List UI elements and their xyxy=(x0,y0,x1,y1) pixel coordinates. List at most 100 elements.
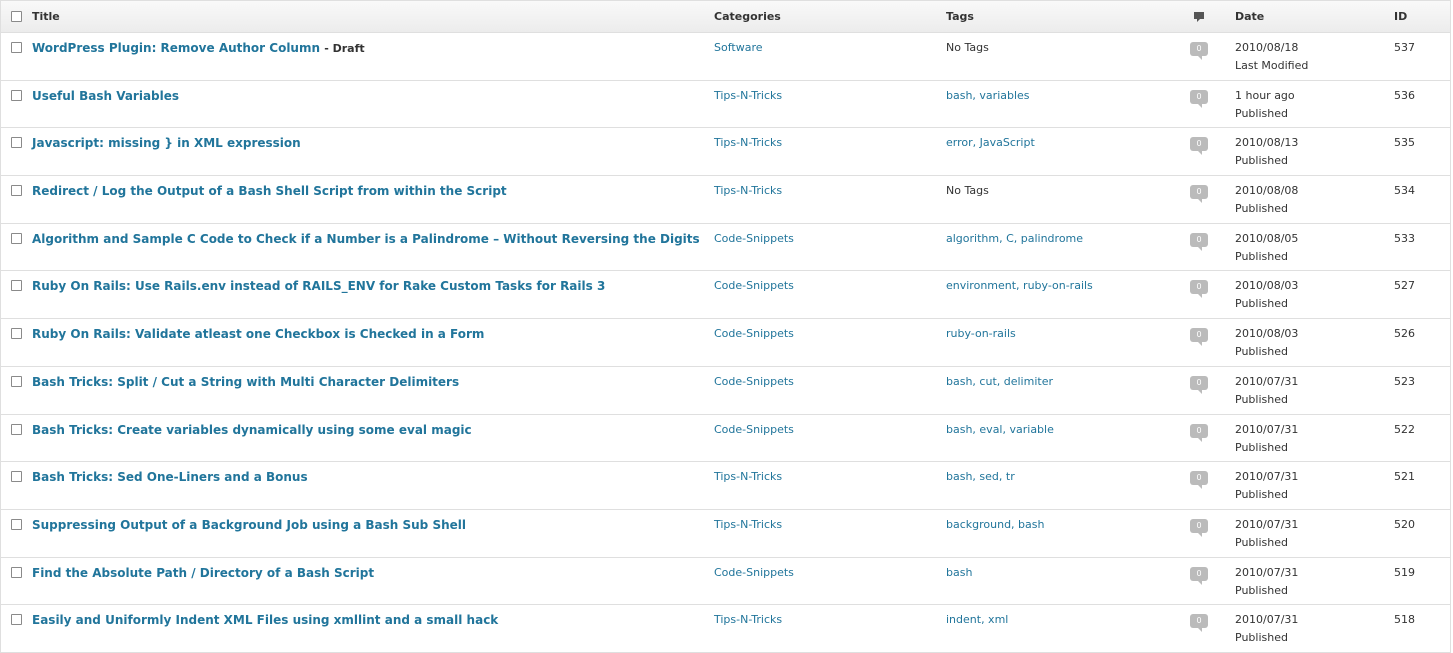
post-category-link[interactable]: Tips-N-Tricks xyxy=(714,136,782,149)
post-tags[interactable]: indent, xml xyxy=(946,613,1008,626)
post-category-link[interactable]: Tips-N-Tricks xyxy=(714,89,782,102)
post-category-link[interactable]: Tips-N-Tricks xyxy=(714,518,782,531)
post-date: 2010/08/08 Published xyxy=(1235,182,1298,218)
comment-count-bubble[interactable]: 0 xyxy=(1190,89,1208,108)
post-status: Published xyxy=(1235,631,1288,645)
post-id: 536 xyxy=(1394,88,1415,102)
post-id: 527 xyxy=(1394,279,1415,293)
post-title-link[interactable]: WordPress Plugin: Remove Author Column -… xyxy=(32,41,365,55)
row-checkbox[interactable] xyxy=(11,518,22,530)
post-title-link[interactable]: Algorithm and Sample C Code to Check if … xyxy=(32,232,700,246)
comment-count-bubble[interactable]: 0 xyxy=(1190,42,1208,60)
post-tags[interactable]: No Tags xyxy=(946,184,989,197)
comment-count-bubble[interactable]: 0 xyxy=(1190,614,1208,633)
post-tags[interactable]: bash xyxy=(946,566,972,579)
post-title[interactable]: Bash Tricks: Sed One-Liners and a Bonus xyxy=(32,470,308,484)
post-title-link[interactable]: Ruby On Rails: Validate atleast one Chec… xyxy=(32,327,484,341)
post-category-link[interactable]: Tips-N-Tricks xyxy=(714,470,782,483)
row-checkbox[interactable] xyxy=(11,280,22,292)
table-row: Suppressing Output of a Background Job u… xyxy=(1,510,1450,558)
post-title[interactable]: WordPress Plugin: Remove Author Column xyxy=(32,41,320,55)
row-checkbox[interactable] xyxy=(11,614,22,626)
column-header-title[interactable]: Title xyxy=(32,10,60,23)
post-date: 2010/07/31 Published xyxy=(1235,564,1298,600)
post-title[interactable]: Redirect / Log the Output of a Bash Shel… xyxy=(32,184,507,198)
post-tags[interactable]: bash, cut, delimiter xyxy=(946,375,1053,388)
post-category-link[interactable]: Code-Snippets xyxy=(714,327,794,340)
row-checkbox[interactable] xyxy=(11,89,22,101)
post-title-link[interactable]: Bash Tricks: Create variables dynamicall… xyxy=(32,423,472,437)
select-all-checkbox[interactable] xyxy=(11,11,22,22)
post-category-link[interactable]: Tips-N-Tricks xyxy=(714,613,782,626)
post-category-link[interactable]: Code-Snippets xyxy=(714,279,794,292)
row-checkbox[interactable] xyxy=(11,566,22,578)
post-date: 1 hour ago Published xyxy=(1235,87,1295,123)
comment-count-bubble[interactable]: 0 xyxy=(1190,328,1208,347)
post-title[interactable]: Suppressing Output of a Background Job u… xyxy=(32,518,466,532)
comment-bubble-icon[interactable] xyxy=(1193,11,1205,26)
post-tags[interactable]: background, bash xyxy=(946,518,1044,531)
post-title[interactable]: Bash Tricks: Split / Cut a String with M… xyxy=(32,375,459,389)
post-title[interactable]: Easily and Uniformly Indent XML Files us… xyxy=(32,613,498,627)
post-tags[interactable]: environment, ruby-on-rails xyxy=(946,279,1093,292)
post-date: 2010/08/03 Published xyxy=(1235,277,1298,313)
post-date: 2010/07/31 Published xyxy=(1235,468,1298,504)
post-title[interactable]: Find the Absolute Path / Directory of a … xyxy=(32,566,374,580)
post-tags[interactable]: No Tags xyxy=(946,41,989,54)
row-checkbox[interactable] xyxy=(11,375,22,387)
post-category-link[interactable]: Tips-N-Tricks xyxy=(714,184,782,197)
post-title[interactable]: Bash Tricks: Create variables dynamicall… xyxy=(32,423,472,437)
post-category-link[interactable]: Code-Snippets xyxy=(714,375,794,388)
post-status: Published xyxy=(1235,154,1288,168)
post-title-link[interactable]: Bash Tricks: Split / Cut a String with M… xyxy=(32,375,459,389)
row-checkbox[interactable] xyxy=(11,232,22,244)
table-row: Useful Bash Variables Tips-N-Tricks bash… xyxy=(1,81,1450,129)
row-checkbox[interactable] xyxy=(11,423,22,435)
post-category-link[interactable]: Code-Snippets xyxy=(714,566,794,579)
post-status: Published xyxy=(1235,202,1288,216)
post-tags[interactable]: bash, sed, tr xyxy=(946,470,1015,483)
post-category-link[interactable]: Software xyxy=(714,41,763,54)
post-title[interactable]: Algorithm and Sample C Code to Check if … xyxy=(32,232,700,246)
post-title-link[interactable]: Useful Bash Variables xyxy=(32,89,179,103)
post-title-link[interactable]: Javascript: missing } in XML expression xyxy=(32,136,301,150)
post-title-link[interactable]: Bash Tricks: Sed One-Liners and a Bonus xyxy=(32,470,308,484)
comment-count-bubble[interactable]: 0 xyxy=(1190,375,1208,394)
row-checkbox[interactable] xyxy=(11,137,22,149)
post-title-link[interactable]: Suppressing Output of a Background Job u… xyxy=(32,518,466,532)
post-status: Published xyxy=(1235,535,1288,549)
post-category-link[interactable]: Code-Snippets xyxy=(714,232,794,245)
post-title-link[interactable]: Easily and Uniformly Indent XML Files us… xyxy=(32,613,498,627)
post-title[interactable]: Javascript: missing } in XML expression xyxy=(32,136,301,150)
row-checkbox[interactable] xyxy=(11,471,22,483)
post-title[interactable]: Useful Bash Variables xyxy=(32,89,179,103)
comment-count-bubble[interactable]: 0 xyxy=(1190,137,1208,156)
post-title[interactable]: Ruby On Rails: Validate atleast one Chec… xyxy=(32,327,484,341)
column-header-date[interactable]: Date xyxy=(1235,10,1264,23)
row-checkbox[interactable] xyxy=(11,328,22,340)
comment-count-bubble[interactable]: 0 xyxy=(1190,280,1208,299)
comment-count-bubble[interactable]: 0 xyxy=(1190,566,1208,585)
post-tags[interactable]: algorithm, C, palindrome xyxy=(946,232,1083,245)
post-category-link[interactable]: Code-Snippets xyxy=(714,423,794,436)
column-header-id[interactable]: ID xyxy=(1394,10,1407,23)
post-title[interactable]: Ruby On Rails: Use Rails.env instead of … xyxy=(32,279,605,293)
comment-count-bubble[interactable]: 0 xyxy=(1190,423,1208,442)
row-checkbox[interactable] xyxy=(11,185,22,197)
post-title-link[interactable]: Ruby On Rails: Use Rails.env instead of … xyxy=(32,279,605,293)
post-id: 526 xyxy=(1394,327,1415,341)
post-title-link[interactable]: Redirect / Log the Output of a Bash Shel… xyxy=(32,184,507,198)
post-tags[interactable]: ruby-on-rails xyxy=(946,327,1016,340)
post-tags[interactable]: bash, eval, variable xyxy=(946,423,1054,436)
table-row: Find the Absolute Path / Directory of a … xyxy=(1,558,1450,606)
row-checkbox[interactable] xyxy=(11,42,22,53)
post-id: 535 xyxy=(1394,136,1415,150)
comment-count-bubble[interactable]: 0 xyxy=(1190,518,1208,537)
post-title-link[interactable]: Find the Absolute Path / Directory of a … xyxy=(32,566,374,580)
post-tags[interactable]: bash, variables xyxy=(946,89,1030,102)
post-tags[interactable]: error, JavaScript xyxy=(946,136,1035,149)
comment-count-bubble[interactable]: 0 xyxy=(1190,185,1208,204)
comment-count-bubble[interactable]: 0 xyxy=(1190,471,1208,490)
post-date-value: 2010/08/05 xyxy=(1235,231,1299,245)
comment-count-bubble[interactable]: 0 xyxy=(1190,232,1208,251)
